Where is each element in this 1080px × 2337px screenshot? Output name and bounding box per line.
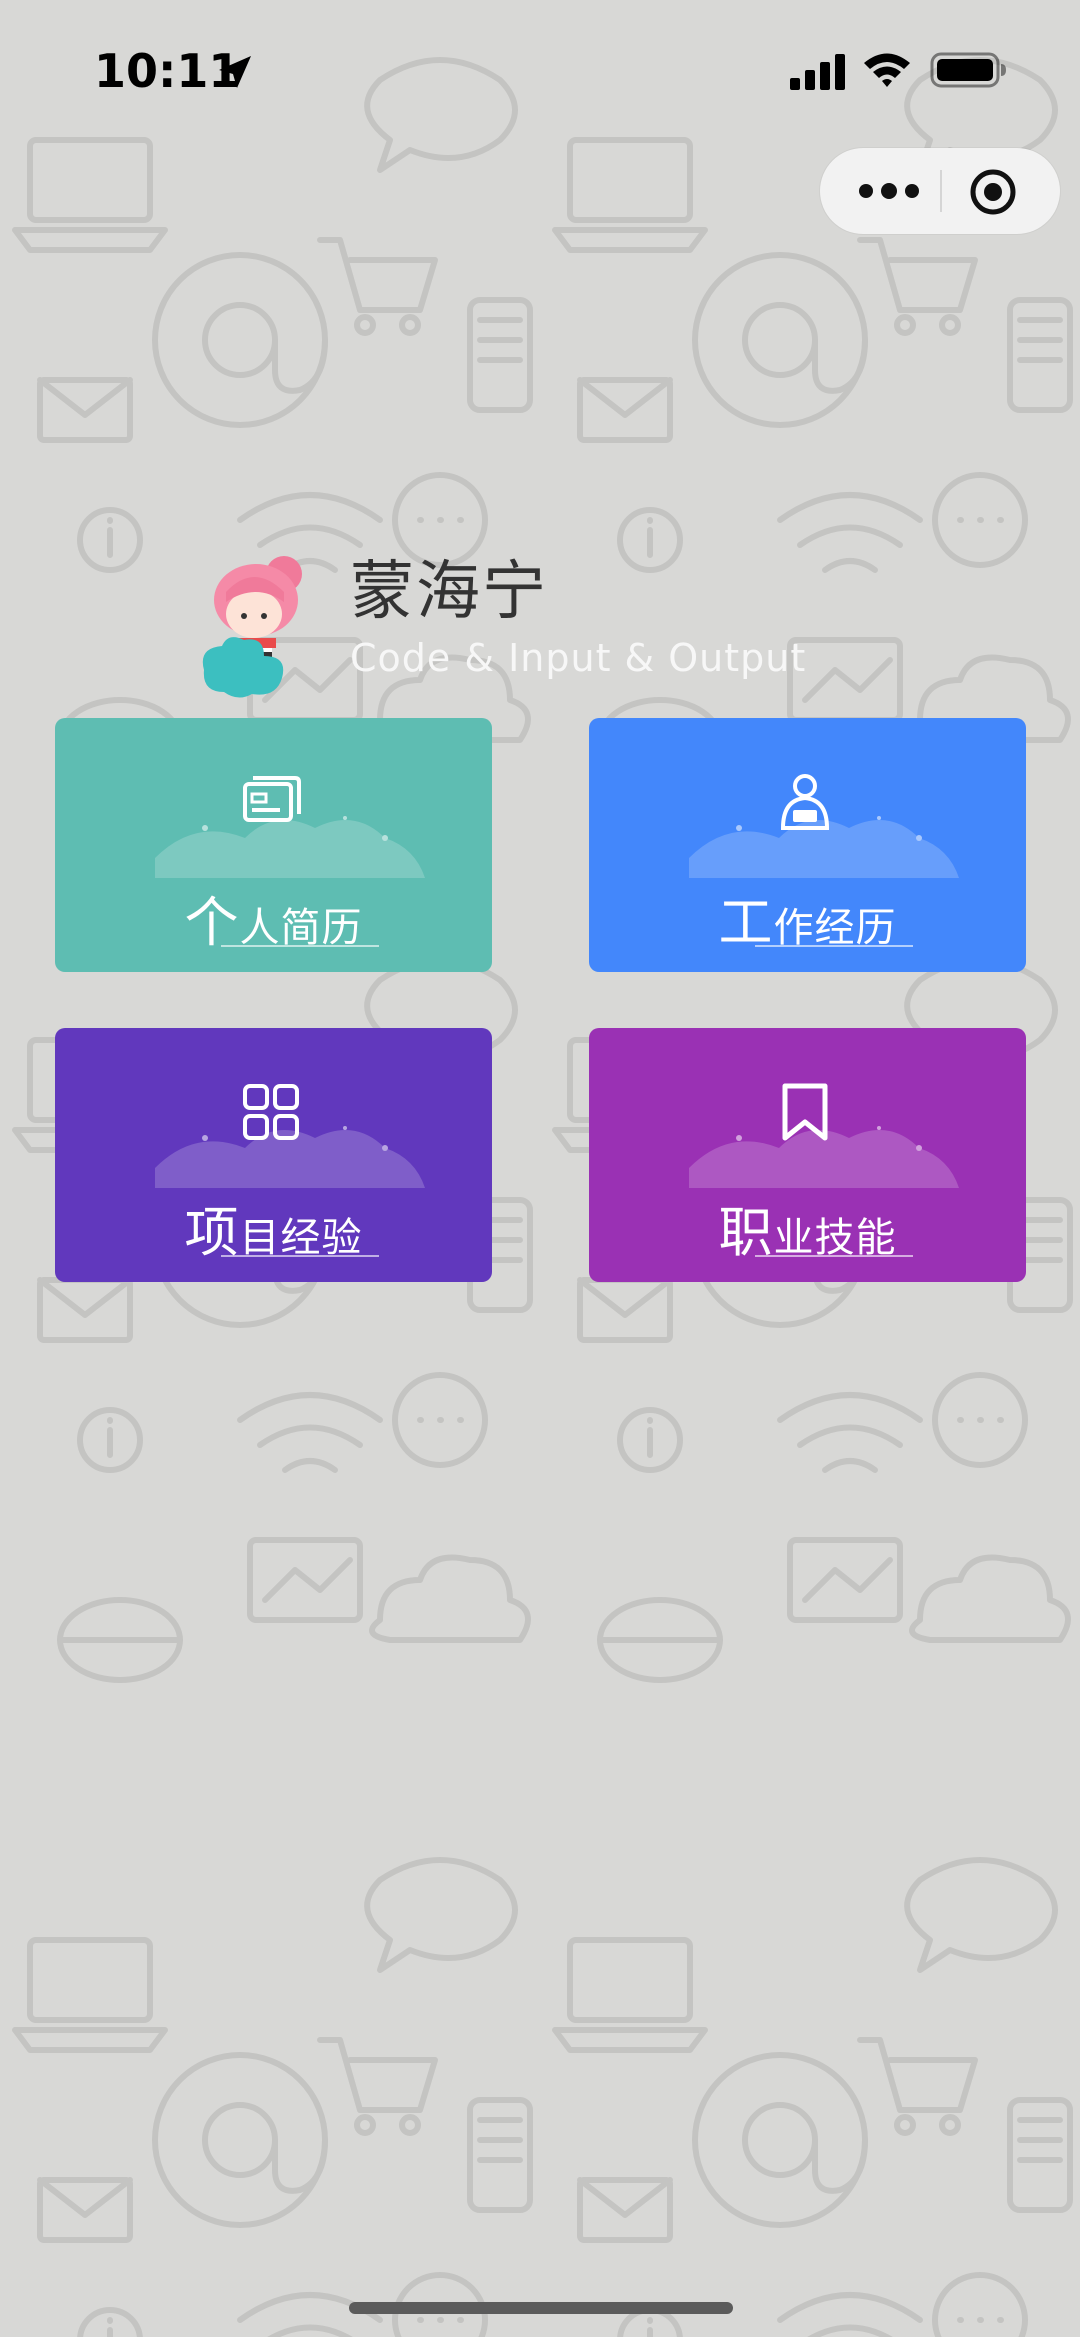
person-laptop-icon	[780, 774, 830, 830]
card-underline	[221, 1255, 379, 1257]
close-icon[interactable]	[968, 167, 1018, 217]
home-indicator[interactable]	[349, 2302, 733, 2314]
location-arrow-icon	[219, 56, 251, 88]
mini-program-capsule	[820, 148, 1060, 234]
card-underline	[755, 945, 913, 947]
card-underline	[755, 1255, 913, 1257]
grid-apps-icon	[243, 1084, 299, 1140]
more-icon[interactable]	[854, 170, 924, 212]
id-card-icon	[243, 776, 301, 822]
capsule-divider	[940, 170, 942, 212]
battery-icon	[930, 52, 1006, 88]
status-bar: 10:11	[0, 0, 1080, 140]
cellular-signal-icon	[790, 54, 845, 90]
card-underline	[221, 945, 379, 947]
card-project-experience[interactable]: 项目经验	[55, 1028, 492, 1282]
wifi-icon	[864, 53, 910, 87]
profile-subtitle: Code & Input & Output	[350, 636, 807, 680]
card-personal-resume[interactable]: 个人简历	[55, 718, 492, 972]
card-professional-skills[interactable]: 职业技能	[589, 1028, 1026, 1282]
bookmark-icon	[782, 1083, 828, 1141]
profile-name: 蒙海宁	[350, 555, 548, 629]
girl-avatar-icon	[202, 556, 302, 698]
card-work-experience[interactable]: 工作经历	[589, 718, 1026, 972]
